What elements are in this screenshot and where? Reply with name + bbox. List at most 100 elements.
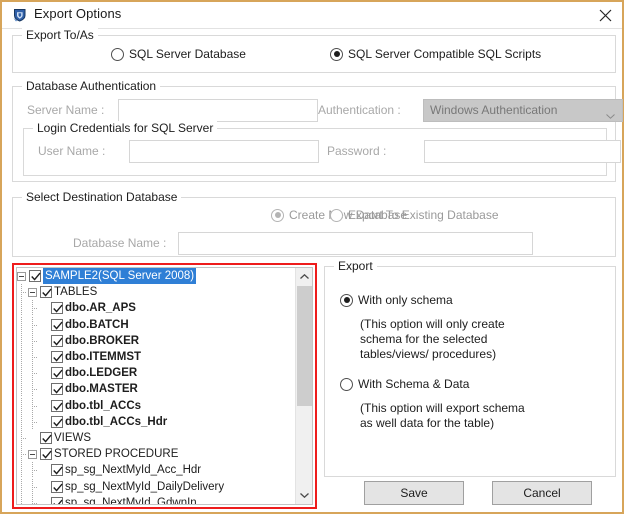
scroll-down-button[interactable]: [296, 487, 312, 504]
tree-guide: [17, 478, 27, 495]
shield-app-icon: [12, 7, 28, 23]
tree-expander-minus-icon[interactable]: [28, 287, 37, 297]
tree-checkbox[interactable]: [51, 351, 63, 364]
database-authentication-group: Database Authentication Server Name : Au…: [12, 79, 623, 182]
tree-item[interactable]: SAMPLE2(SQL Server 2008): [17, 268, 295, 285]
scroll-up-button[interactable]: [296, 268, 312, 285]
tree-checkbox[interactable]: [51, 399, 63, 412]
login-credentials-legend: Login Credentials for SQL Server: [33, 121, 218, 135]
tree-item[interactable]: dbo.AR_APS: [17, 300, 295, 317]
tree-guide: [17, 300, 27, 317]
tree-guide: [28, 397, 38, 414]
tree-item[interactable]: sp_sg_NextMyId_GdwnIn: [17, 494, 295, 504]
tree-item[interactable]: dbo.MASTER: [17, 381, 295, 398]
tree-item[interactable]: dbo.LEDGER: [17, 365, 295, 382]
tree-checkbox[interactable]: [51, 334, 63, 347]
tree-guide: [28, 413, 38, 430]
password-label: Password :: [327, 144, 387, 158]
tree-checkbox[interactable]: [51, 415, 63, 428]
tree-item[interactable]: TABLES: [17, 284, 295, 301]
tree-expander-spacer: [39, 417, 48, 426]
database-name-input[interactable]: [178, 232, 533, 255]
tree-item-label: dbo.MASTER: [65, 383, 138, 396]
radio-label: Export To Existing Database: [348, 208, 499, 222]
database-objects-tree-highlight: SAMPLE2(SQL Server 2008) TABLES dbo.AR_APS…: [12, 263, 317, 509]
tree-guide: [17, 397, 27, 414]
cancel-button[interactable]: Cancel: [492, 481, 592, 505]
radio-export-existing-database[interactable]: Export To Existing Database: [330, 208, 499, 222]
login-credentials-group: Login Credentials for SQL Server User Na…: [23, 121, 621, 176]
tree-checkbox[interactable]: [51, 464, 63, 477]
tree-item-label: dbo.ITEMMST: [65, 351, 142, 364]
radio-sql-scripts[interactable]: SQL Server Compatible SQL Scripts: [330, 47, 541, 61]
tree-item-label: VIEWS: [54, 431, 92, 444]
tree-expander-spacer: [39, 369, 48, 378]
radio-indicator: [340, 377, 353, 391]
tree-guide: [28, 365, 38, 382]
tree-guide: [17, 316, 27, 333]
chevron-down-icon: [606, 108, 615, 119]
close-icon[interactable]: [594, 5, 616, 25]
tree-checkbox[interactable]: [51, 318, 63, 331]
tree-item[interactable]: sp_sg_NextMyId_Acc_Hdr: [17, 462, 295, 479]
tree-item[interactable]: dbo.ITEMMST: [17, 349, 295, 366]
authentication-select[interactable]: Windows Authentication: [423, 99, 623, 122]
tree-expander-minus-icon[interactable]: [17, 271, 26, 281]
radio-indicator: [330, 208, 343, 222]
tree-guide: [17, 332, 27, 349]
tree-checkbox[interactable]: [51, 496, 63, 504]
tree-item[interactable]: dbo.tbl_ACCs: [17, 397, 295, 414]
radio-indicator: [271, 208, 284, 222]
export-to-as-legend: Export To/As: [22, 28, 98, 42]
tree-item-label: dbo.tbl_ACCs: [65, 399, 142, 412]
scroll-thumb[interactable]: [297, 286, 312, 406]
tree-expander-spacer: [39, 482, 48, 491]
tree-checkbox[interactable]: [51, 383, 63, 396]
tree-item-label: dbo.AR_APS: [65, 302, 136, 315]
tree-item-label: SAMPLE2(SQL Server 2008): [43, 268, 197, 285]
tree-guide: [17, 429, 27, 446]
tree-item[interactable]: dbo.BROKER: [17, 332, 295, 349]
tree-guide: [17, 381, 27, 398]
tree-item-label: STORED PROCEDURE: [54, 448, 179, 461]
tree-guide: [17, 365, 27, 382]
tree-item[interactable]: sp_sg_NextMyId_DailyDelivery: [17, 478, 295, 495]
tree-checkbox[interactable]: [40, 286, 52, 299]
tree-expander-minus-icon[interactable]: [28, 449, 37, 459]
radio-with-only-schema[interactable]: With only schema: [340, 293, 453, 307]
database-name-label: Database Name :: [73, 236, 167, 250]
export-to-as-group: Export To/As SQL Server Database SQL Ser…: [12, 28, 616, 73]
tree-checkbox[interactable]: [51, 302, 63, 315]
tree-vertical-scrollbar[interactable]: [295, 268, 312, 504]
tree-item-label: sp_sg_NextMyId_DailyDelivery: [65, 480, 225, 493]
tree-checkbox[interactable]: [29, 270, 41, 283]
with-only-schema-description: (This option will only create schema for…: [360, 317, 505, 361]
tree-item[interactable]: STORED PROCEDURE: [17, 446, 295, 463]
database-objects-tree-panel[interactable]: SAMPLE2(SQL Server 2008) TABLES dbo.AR_APS…: [16, 267, 313, 505]
export-group: Export With only schema (This option wil…: [324, 259, 616, 477]
radio-sql-server-database[interactable]: SQL Server Database: [111, 47, 246, 61]
tree-guide: [28, 300, 38, 317]
tree-expander-spacer: [39, 401, 48, 410]
radio-with-schema-and-data[interactable]: With Schema & Data: [340, 377, 469, 391]
tree-expander-spacer: [39, 353, 48, 362]
database-objects-tree[interactable]: SAMPLE2(SQL Server 2008) TABLES dbo.AR_APS…: [17, 268, 295, 504]
tree-checkbox[interactable]: [51, 367, 63, 380]
tree-item[interactable]: dbo.BATCH: [17, 316, 295, 333]
window-title: Export Options: [34, 6, 122, 21]
tree-checkbox[interactable]: [40, 448, 52, 461]
authentication-label: Authentication :: [318, 103, 401, 117]
tree-checkbox[interactable]: [51, 480, 63, 493]
tree-item-label: sp_sg_NextMyId_Acc_Hdr: [65, 464, 202, 477]
database-authentication-legend: Database Authentication: [22, 79, 161, 93]
radio-indicator: [111, 47, 124, 61]
tree-item[interactable]: dbo.tbl_ACCs_Hdr: [17, 413, 295, 430]
save-button[interactable]: Save: [364, 481, 464, 505]
password-input[interactable]: [424, 140, 621, 163]
radio-label: With Schema & Data: [358, 377, 470, 391]
tree-checkbox[interactable]: [40, 431, 52, 444]
server-name-input[interactable]: [118, 99, 318, 122]
user-name-input[interactable]: [129, 140, 319, 163]
with-schema-and-data-description: (This option will export schema as well …: [360, 401, 525, 430]
tree-item[interactable]: VIEWS: [17, 429, 295, 446]
